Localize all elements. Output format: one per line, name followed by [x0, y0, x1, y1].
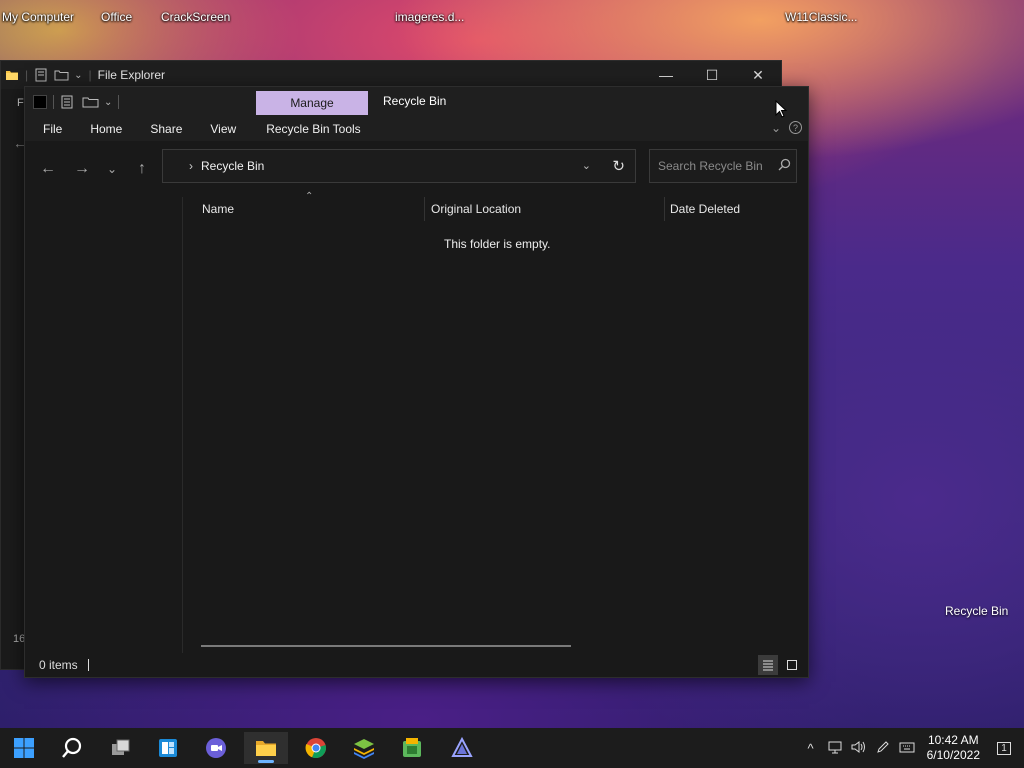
- desktop-icon-crackscreen[interactable]: CrackScreen: [161, 10, 230, 24]
- chrome-taskbar-button[interactable]: [294, 732, 338, 764]
- background-titlebar[interactable]: | ⌄ | File Explorer — ☐ ✕: [1, 61, 781, 89]
- search-icon: [62, 737, 82, 758]
- column-header-row: ⌃ Name Original Location Date Deleted: [183, 191, 808, 221]
- keyboard-icon[interactable]: [895, 741, 919, 756]
- recent-locations-icon[interactable]: ⌄: [97, 162, 127, 176]
- chat-button[interactable]: [194, 732, 238, 764]
- widgets-icon: [159, 739, 177, 757]
- separator-icon: |: [88, 68, 92, 82]
- desktop-icon-my-computer[interactable]: My Computer: [2, 10, 74, 24]
- file-explorer-taskbar-button[interactable]: [244, 732, 288, 764]
- desktop-icon-office[interactable]: Office: [101, 10, 132, 24]
- horizontal-scrollbar[interactable]: [201, 645, 571, 647]
- ribbon-tabs: File Home Share View Recycle Bin Tools ⌄…: [25, 117, 808, 141]
- search-input[interactable]: [658, 159, 776, 173]
- tab-share[interactable]: Share: [136, 122, 196, 136]
- item-count: 0 items: [39, 658, 78, 672]
- clock-date: 6/10/2022: [926, 748, 980, 762]
- column-divider[interactable]: [424, 197, 425, 221]
- empty-folder-message: This folder is empty.: [444, 237, 551, 251]
- properties-icon[interactable]: [60, 95, 74, 109]
- chevron-up-icon[interactable]: ^: [799, 741, 823, 756]
- sort-ascending-icon: ⌃: [305, 191, 314, 202]
- large-icons-view-icon[interactable]: [782, 655, 802, 675]
- expand-ribbon-icon[interactable]: ⌄: [771, 121, 781, 135]
- column-name[interactable]: Name: [202, 202, 234, 216]
- folder-icon: [5, 68, 19, 82]
- column-original-location[interactable]: Original Location: [431, 202, 521, 216]
- close-button[interactable]: ✕: [735, 61, 781, 89]
- separator: [118, 95, 120, 109]
- triangle-app-icon: [451, 737, 473, 757]
- up-arrow-icon[interactable]: ↑: [127, 160, 157, 178]
- mouse-pointer-icon: [775, 99, 788, 121]
- separator-icon: |: [25, 68, 29, 82]
- bluestacks-taskbar-button[interactable]: [342, 732, 386, 764]
- network-icon[interactable]: [823, 740, 847, 757]
- app-store-icon: [403, 738, 421, 757]
- breadcrumb-chevron-icon[interactable]: ›: [189, 159, 193, 173]
- widgets-button[interactable]: [146, 732, 190, 764]
- search-box[interactable]: [649, 149, 797, 183]
- new-folder-icon[interactable]: [82, 95, 100, 109]
- chevron-down-icon[interactable]: ⌄: [104, 97, 112, 108]
- separator: [53, 95, 54, 109]
- chrome-icon: [305, 738, 326, 759]
- background-window-title: File Explorer: [97, 68, 165, 82]
- properties-icon[interactable]: [34, 68, 48, 82]
- clock-time: 10:42 AM: [927, 733, 979, 747]
- column-divider[interactable]: [664, 197, 665, 221]
- windows-logo-icon: [14, 738, 34, 758]
- desktop-icon-recycle-bin[interactable]: Recycle Bin: [945, 604, 1008, 618]
- chat-icon: [206, 738, 226, 758]
- navigation-pane[interactable]: [25, 197, 183, 655]
- help-icon[interactable]: ?: [789, 121, 802, 134]
- desktop-icon-w11classic[interactable]: W11Classic...: [785, 10, 857, 24]
- tab-home[interactable]: Home: [76, 122, 136, 136]
- tab-view[interactable]: View: [196, 122, 250, 136]
- notification-icon: 1: [997, 741, 1011, 755]
- address-dropdown-icon[interactable]: ⌄: [582, 159, 591, 172]
- taskbar: ^ 10:42 AM 6/10/2022 1: [0, 728, 1024, 768]
- status-bar: 0 items: [25, 653, 808, 677]
- folder-icon: [256, 741, 276, 756]
- notification-center-button[interactable]: 1: [992, 736, 1016, 760]
- customization-app-taskbar-button[interactable]: [440, 732, 484, 764]
- start-button[interactable]: [2, 732, 46, 764]
- details-view-icon[interactable]: [758, 655, 778, 675]
- tab-recycle-bin-tools[interactable]: Recycle Bin Tools: [250, 122, 375, 136]
- new-folder-icon[interactable]: [54, 68, 69, 82]
- recycle-bin-window[interactable]: ⌄ Manage Recycle Bin File Home Share Vie…: [24, 86, 809, 678]
- forward-arrow-icon[interactable]: →: [67, 160, 97, 178]
- window-titlebar[interactable]: ⌄ Manage Recycle Bin: [25, 87, 808, 117]
- tab-file[interactable]: File: [25, 122, 76, 136]
- task-view-button[interactable]: [98, 732, 142, 764]
- task-view-icon: [112, 739, 130, 755]
- search-icon[interactable]: [778, 158, 791, 174]
- android-app-taskbar-button[interactable]: [390, 732, 434, 764]
- status-separator: [87, 659, 89, 671]
- chevron-down-icon[interactable]: ⌄: [74, 70, 82, 81]
- desktop-icon-imageres[interactable]: imageres.d...: [395, 10, 464, 24]
- minimize-button[interactable]: —: [643, 61, 689, 89]
- breadcrumb[interactable]: Recycle Bin: [201, 159, 264, 173]
- column-date-deleted[interactable]: Date Deleted: [670, 202, 740, 216]
- refresh-icon[interactable]: ↻: [612, 157, 625, 175]
- layers-app-icon: [354, 739, 374, 759]
- address-bar[interactable]: › Recycle Bin ⌄ ↻: [162, 149, 636, 183]
- system-tray: ^ 10:42 AM 6/10/2022 1: [799, 728, 1024, 768]
- navigation-bar: ← → ⌄ ↑ › Recycle Bin ⌄ ↻: [25, 141, 808, 197]
- search-taskbar-button[interactable]: [50, 732, 94, 764]
- content-area: ⌃ Name Original Location Date Deleted Th…: [25, 191, 808, 655]
- volume-icon[interactable]: [847, 740, 871, 757]
- back-arrow-icon[interactable]: ←: [33, 160, 63, 178]
- manage-tab[interactable]: Manage: [256, 91, 368, 115]
- file-list[interactable]: ⌃ Name Original Location Date Deleted Th…: [183, 191, 808, 655]
- window-app-icon: [33, 95, 47, 109]
- window-title: Recycle Bin: [383, 94, 447, 108]
- pen-icon[interactable]: [871, 740, 895, 757]
- maximize-button[interactable]: ☐: [689, 61, 735, 89]
- clock[interactable]: 10:42 AM 6/10/2022: [927, 733, 980, 763]
